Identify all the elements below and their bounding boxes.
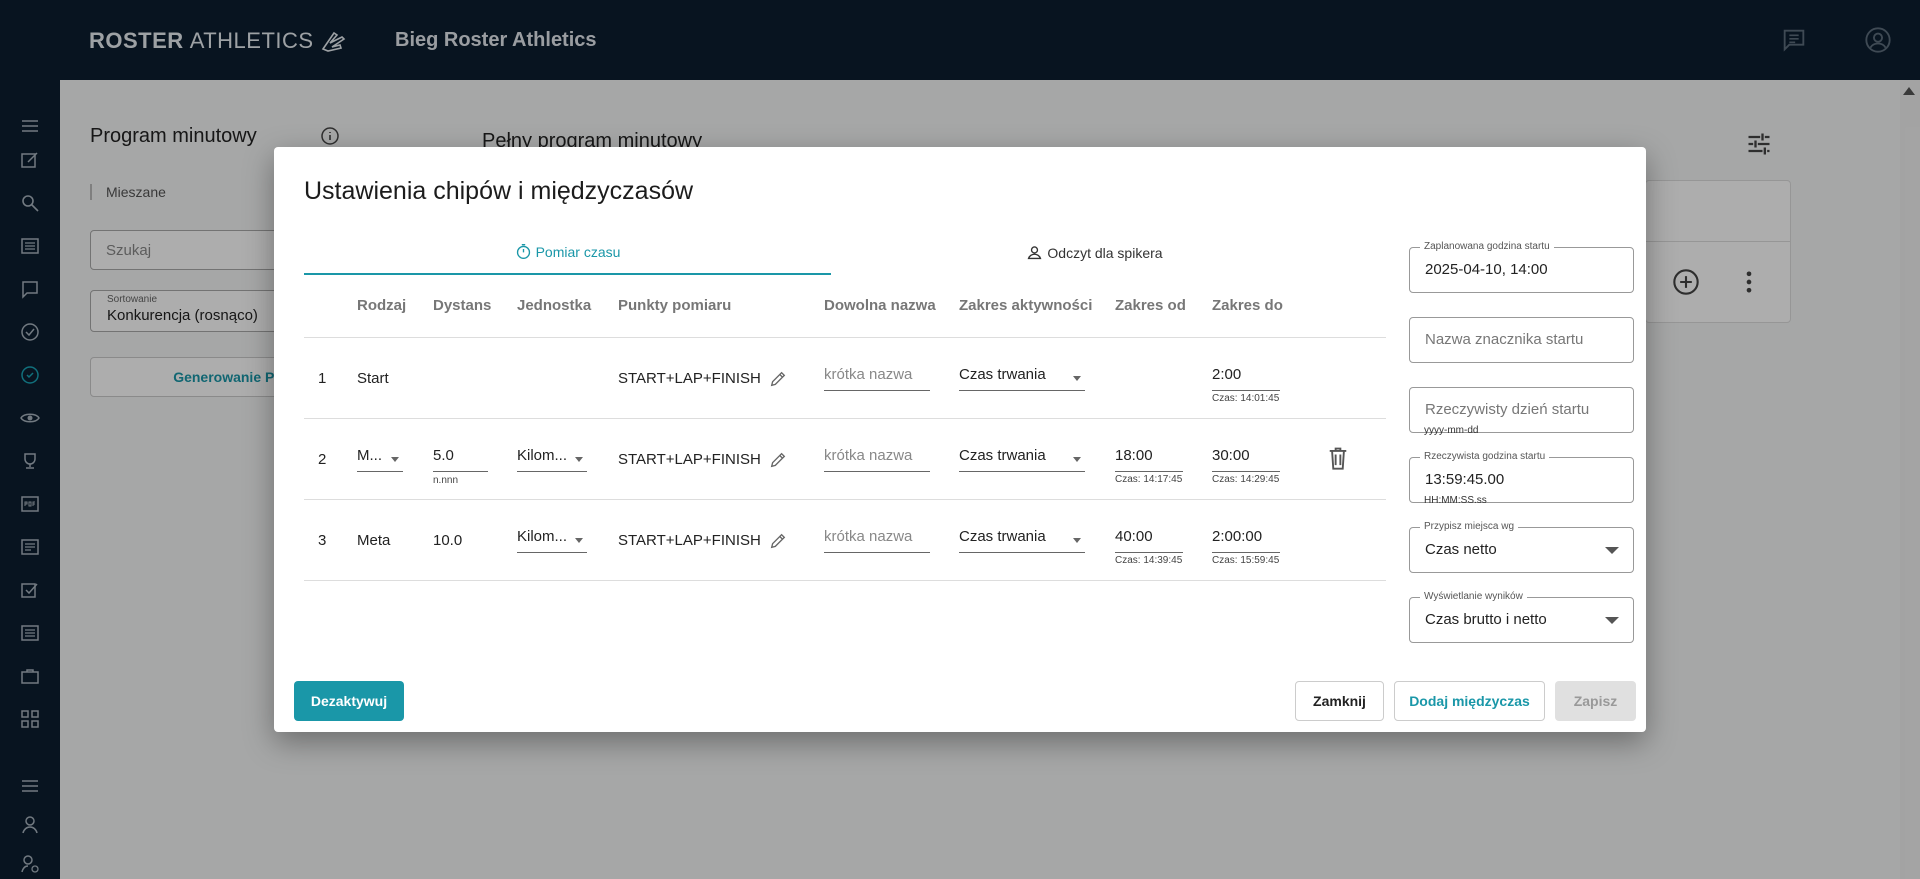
edit-points-icon[interactable] <box>769 451 787 469</box>
short-name-input[interactable]: krótka nazwa <box>824 525 930 553</box>
col-to: Zakres do <box>1212 297 1283 314</box>
assign-places-value: Czas netto <box>1425 541 1497 558</box>
row-points: START+LAP+FINISH <box>618 532 761 549</box>
short-name-input[interactable]: krótka nazwa <box>824 444 930 472</box>
dialog-tabs: Pomiar czasu Odczyt dla spikera <box>304 230 1358 275</box>
dialog-title: Ustawienia chipów i międzyczasów <box>304 177 694 205</box>
person-icon <box>1028 246 1042 260</box>
col-from: Zakres od <box>1115 297 1186 314</box>
splits-table: Rodzaj Dystans Jednostka Punkty pomiaru … <box>304 275 1386 581</box>
close-button[interactable]: Zamknij <box>1295 681 1384 721</box>
timer-icon <box>516 244 530 259</box>
real-start-time-value: 13:59:45.00 <box>1425 471 1505 488</box>
col-distance: Dystans <box>433 297 492 314</box>
row-number: 3 <box>318 532 327 549</box>
distance-input[interactable]: 5.0 <box>433 444 488 472</box>
col-name: Dowolna nazwa <box>824 297 936 314</box>
activity-select[interactable]: Czas trwania <box>959 363 1085 391</box>
short-name-input[interactable]: krótka nazwa <box>824 363 930 391</box>
range-from-input[interactable]: 40:00 <box>1115 525 1183 553</box>
range-to-time: Czas: 14:01:45 <box>1212 393 1280 404</box>
planned-start-label: Zaplanowana godzina startu <box>1420 241 1554 252</box>
edit-points-icon[interactable] <box>769 370 787 388</box>
delete-icon[interactable] <box>1326 445 1350 471</box>
tab-timing[interactable]: Pomiar czasu <box>304 230 831 275</box>
dropdown-caret-icon <box>1605 617 1619 624</box>
row-number: 2 <box>318 451 327 468</box>
range-to-input[interactable]: 30:00 <box>1212 444 1280 472</box>
type-select[interactable]: M... <box>357 444 403 472</box>
range-from-input[interactable]: 18:00 <box>1115 444 1183 472</box>
add-split-button[interactable]: Dodaj międzyczas <box>1394 681 1545 721</box>
row-type: Start <box>357 370 389 387</box>
edit-points-icon[interactable] <box>769 532 787 550</box>
chip-settings-dialog: Ustawienia chipów i międzyczasów Pomiar … <box>274 147 1646 732</box>
real-start-day-placeholder: Rzeczywisty dzień startu <box>1425 401 1590 418</box>
tab-speaker[interactable]: Odczyt dla spikera <box>831 230 1358 275</box>
start-marker-name-field[interactable]: Nazwa znacznika startu <box>1409 317 1634 363</box>
distance-format-hint: n.nnn <box>433 475 459 486</box>
range-from-time: Czas: 14:39:45 <box>1115 555 1183 566</box>
activity-select[interactable]: Czas trwania <box>959 444 1085 472</box>
activity-select[interactable]: Czas trwania <box>959 525 1085 553</box>
real-start-time-label: Rzeczywista godzina startu <box>1420 451 1550 462</box>
row-points: START+LAP+FINISH <box>618 451 761 468</box>
range-to-input[interactable]: 2:00 <box>1212 363 1280 391</box>
col-type: Rodzaj <box>357 297 407 314</box>
tab-speaker-label: Odczyt dla spikera <box>1047 244 1163 261</box>
range-to-time: Czas: 14:29:45 <box>1212 474 1280 485</box>
tab-timing-label: Pomiar czasu <box>535 243 621 260</box>
table-row: 3 Meta 10.0 Kilom... START+LAP+FINISH kr… <box>304 500 1386 581</box>
table-header: Rodzaj Dystans Jednostka Punkty pomiaru … <box>304 275 1386 338</box>
results-display-value: Czas brutto i netto <box>1425 611 1547 628</box>
range-to-time: Czas: 15:59:45 <box>1212 555 1280 566</box>
dropdown-caret-icon <box>1605 547 1619 554</box>
start-marker-placeholder: Nazwa znacznika startu <box>1425 331 1584 348</box>
range-from-time: Czas: 14:17:45 <box>1115 474 1183 485</box>
row-distance: 10.0 <box>433 532 463 549</box>
save-button[interactable]: Zapisz <box>1555 681 1636 721</box>
range-to-input[interactable]: 2:00:00 <box>1212 525 1280 553</box>
unit-select[interactable]: Kilom... <box>517 444 587 472</box>
deactivate-button[interactable]: Dezaktywuj <box>294 681 404 721</box>
assign-places-select[interactable]: Przypisz miejsca wg Czas netto <box>1409 521 1634 573</box>
results-display-label: Wyświetlanie wyników <box>1420 591 1527 602</box>
row-points: START+LAP+FINISH <box>618 370 761 387</box>
col-activity: Zakres aktywności <box>959 297 1093 314</box>
row-number: 1 <box>318 370 327 387</box>
row-type: Meta <box>357 532 391 549</box>
col-unit: Jednostka <box>517 297 592 314</box>
unit-select[interactable]: Kilom... <box>517 525 587 553</box>
table-row: 1 Start START+LAP+FINISH krótka nazwa Cz… <box>304 338 1386 419</box>
real-start-time-hint: HH:MM:SS.ss <box>1424 495 1487 506</box>
planned-start-value: 2025-04-10, 14:00 <box>1425 261 1548 278</box>
col-points: Punkty pomiaru <box>618 297 732 314</box>
planned-start-time-field[interactable]: Zaplanowana godzina startu 2025-04-10, 1… <box>1409 241 1634 293</box>
real-start-day-hint: yyyy-mm-dd <box>1424 425 1479 436</box>
results-display-select[interactable]: Wyświetlanie wyników Czas brutto i netto <box>1409 591 1634 643</box>
assign-places-label: Przypisz miejsca wg <box>1420 521 1519 532</box>
table-row: 2 M... 5.0 n.nnn Kilom... START+LAP+FINI… <box>304 419 1386 500</box>
